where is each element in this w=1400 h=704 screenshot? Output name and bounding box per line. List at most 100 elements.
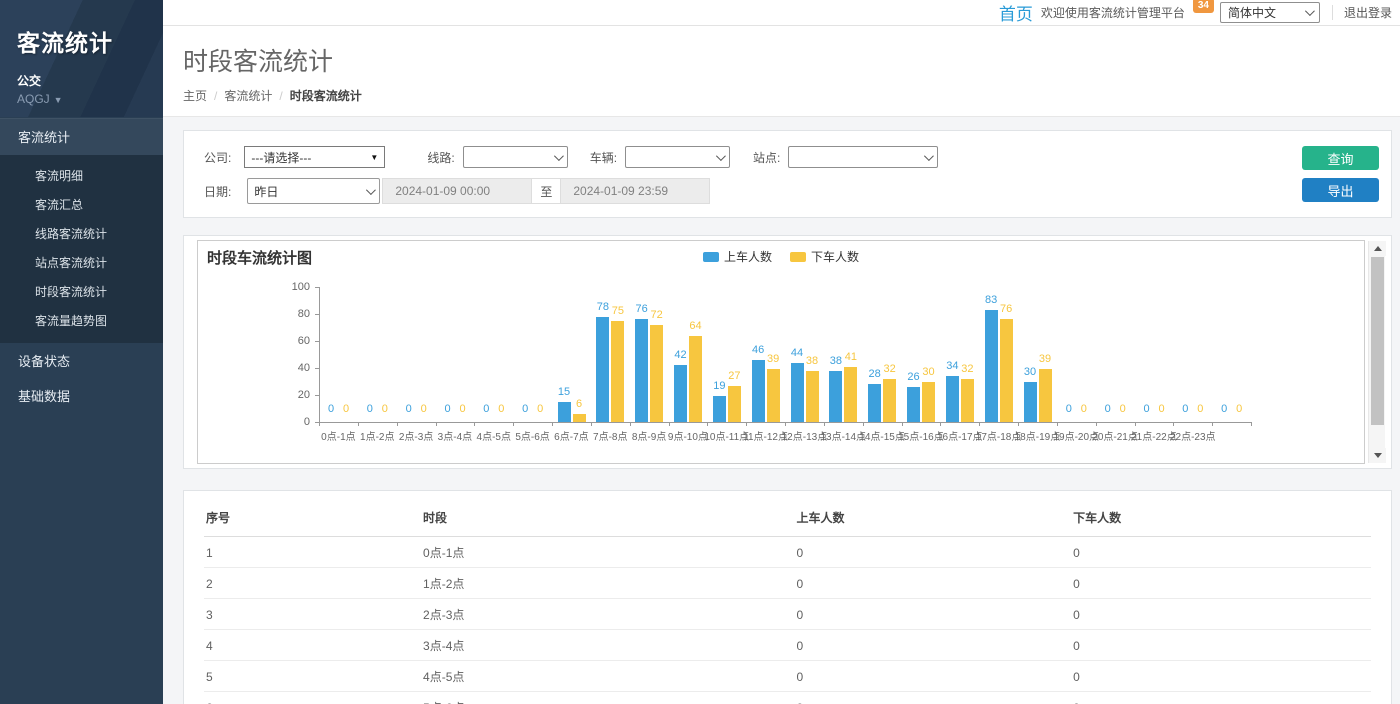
bar-下车人数: [650, 325, 663, 422]
bar-上车人数: [907, 387, 920, 422]
table-cell: 0: [1071, 537, 1371, 568]
org-switcher[interactable]: AQGJ ▼: [17, 92, 163, 106]
company-select[interactable]: ---请选择--- ▼: [244, 146, 385, 168]
notification-badge: 34: [1193, 0, 1214, 13]
x-axis-tick: [397, 422, 398, 426]
query-button[interactable]: 查询: [1302, 146, 1379, 170]
date-preset-select[interactable]: 昨日: [247, 178, 380, 204]
table-cell: 3点-4点: [421, 630, 794, 661]
bar-value-label: 32: [950, 363, 984, 375]
y-axis-tick: [315, 287, 319, 288]
date-range-group: 2024-01-09 00:00 至 2024-01-09 23:59: [382, 178, 710, 204]
bar-value-label: 0: [329, 403, 363, 415]
table-row: 32点-3点00: [204, 599, 1371, 630]
bar-上车人数: [868, 384, 881, 422]
date-to-input[interactable]: 2024-01-09 23:59: [560, 178, 710, 204]
bar-上车人数: [713, 396, 726, 422]
scrollbar-thumb[interactable]: [1371, 257, 1384, 425]
x-axis-tick: [319, 422, 320, 426]
table-column-header: 序号: [204, 495, 421, 537]
bar-value-label: 72: [640, 309, 674, 321]
bar-下车人数: [1000, 319, 1013, 422]
x-axis-category-label: 5点-6点: [515, 428, 549, 443]
sidebar-header: 客流统计 公交 AQGJ▼: [0, 0, 163, 117]
x-axis-tick: [746, 422, 747, 426]
breadcrumb-link[interactable]: 主页: [183, 89, 207, 103]
vehicle-select[interactable]: [625, 146, 730, 168]
breadcrumb-link[interactable]: 客流统计: [224, 89, 272, 103]
bar-value-label: 0: [1106, 403, 1140, 415]
home-link[interactable]: 首页: [999, 0, 1033, 25]
date-label: 日期:: [204, 183, 231, 200]
x-axis-category-label: 22点-23点: [1170, 428, 1216, 443]
sidebar-section-基础数据[interactable]: 基础数据: [0, 378, 163, 413]
bar-上车人数: [946, 376, 959, 422]
station-select[interactable]: [788, 146, 938, 168]
bar-value-label: 27: [717, 370, 751, 382]
x-axis-tick: [940, 422, 941, 426]
bar-value-label: 0: [523, 403, 557, 415]
sidebar-item-线路客流统计[interactable]: 线路客流统计: [0, 219, 163, 248]
chevron-down-icon: [366, 185, 376, 195]
chevron-down-icon: ▼: [54, 95, 63, 105]
hourly-flow-chart: 时段车流统计图 上车人数下车人数 0204060801000点-1点1点-2点2…: [197, 240, 1365, 464]
sidebar-item-客流明细[interactable]: 客流明细: [0, 161, 163, 190]
filter-panel: 公司: ---请选择--- ▼ 线路: 车辆: 站点:: [183, 130, 1392, 218]
table-column-header: 上车人数: [794, 495, 1071, 537]
bar-value-label: 64: [679, 320, 713, 332]
x-axis-category-label: 2点-3点: [399, 428, 433, 443]
x-axis-tick: [436, 422, 437, 426]
table-cell: 1点-2点: [421, 568, 794, 599]
table-cell: 0: [1071, 568, 1371, 599]
table-row: 65点-6点00: [204, 692, 1371, 704]
x-axis-category-label: 7点-8点: [593, 428, 627, 443]
scroll-down-arrow-icon[interactable]: [1369, 448, 1386, 463]
table-cell: 0: [1071, 599, 1371, 630]
line-select[interactable]: [463, 146, 568, 168]
sidebar-item-客流量趋势图[interactable]: 客流量趋势图: [0, 306, 163, 335]
dropdown-arrow-icon: ▼: [370, 153, 378, 162]
x-axis-tick: [1096, 422, 1097, 426]
date-from-input[interactable]: 2024-01-09 00:00: [382, 178, 532, 204]
content: 公司: ---请选择--- ▼ 线路: 车辆: 站点:: [163, 117, 1400, 704]
x-axis-tick: [1057, 422, 1058, 426]
bar-上车人数: [791, 363, 804, 422]
breadcrumb-current: 时段客流统计: [290, 89, 362, 103]
org-code: AQGJ: [17, 92, 50, 106]
table-cell: 2点-3点: [421, 599, 794, 630]
logout-link[interactable]: 退出登录: [1344, 4, 1392, 21]
breadcrumb-separator: /: [279, 89, 282, 103]
chevron-down-icon: [554, 151, 564, 161]
company-label: 公司:: [204, 149, 231, 166]
sidebar-item-站点客流统计[interactable]: 站点客流统计: [0, 248, 163, 277]
table-cell: 5点-6点: [421, 692, 794, 704]
bar-value-label: 0: [368, 403, 402, 415]
x-axis-tick: [552, 422, 553, 426]
bar-下车人数: [573, 414, 586, 422]
chart-panel: 时段车流统计图 上车人数下车人数 0204060801000点-1点1点-2点2…: [183, 235, 1392, 469]
bar-下车人数: [728, 386, 741, 422]
bar-value-label: 76: [989, 303, 1023, 315]
app-root: 客流统计 公交 AQGJ▼ 客流统计客流明细客流汇总线路客流统计站点客流统计时段…: [0, 0, 1400, 704]
bar-value-label: 75: [601, 305, 635, 317]
scroll-up-arrow-icon[interactable]: [1369, 241, 1386, 256]
date-preset-value: 昨日: [254, 183, 278, 200]
sidebar-item-客流汇总[interactable]: 客流汇总: [0, 190, 163, 219]
chart-plot-area: 0204060801000点-1点1点-2点2点-3点3点-4点4点-5点5点-…: [198, 241, 1364, 463]
sidebar-section-设备状态[interactable]: 设备状态: [0, 343, 163, 378]
export-button[interactable]: 导出: [1302, 178, 1379, 202]
bar-下车人数: [883, 379, 896, 422]
x-axis-tick: [1173, 422, 1174, 426]
bar-value-label: 41: [834, 351, 868, 363]
table-cell: 0: [1071, 692, 1371, 704]
sidebar-section-客流统计[interactable]: 客流统计: [0, 118, 163, 155]
chart-vertical-scrollbar[interactable]: [1368, 241, 1385, 463]
main-column: 首页 欢迎使用客流统计管理平台 34 简体中文 退出登录 时段客流统计 主页/客…: [163, 0, 1400, 704]
bar-value-label: 0: [407, 403, 441, 415]
table-row: 21点-2点00: [204, 568, 1371, 599]
table-row: 43点-4点00: [204, 630, 1371, 661]
filter-row-1: 公司: ---请选择--- ▼ 线路: 车辆: 站点:: [204, 146, 1391, 168]
language-select[interactable]: 简体中文: [1220, 2, 1320, 23]
x-axis-tick: [591, 422, 592, 426]
sidebar-item-时段客流统计[interactable]: 时段客流统计: [0, 277, 163, 306]
